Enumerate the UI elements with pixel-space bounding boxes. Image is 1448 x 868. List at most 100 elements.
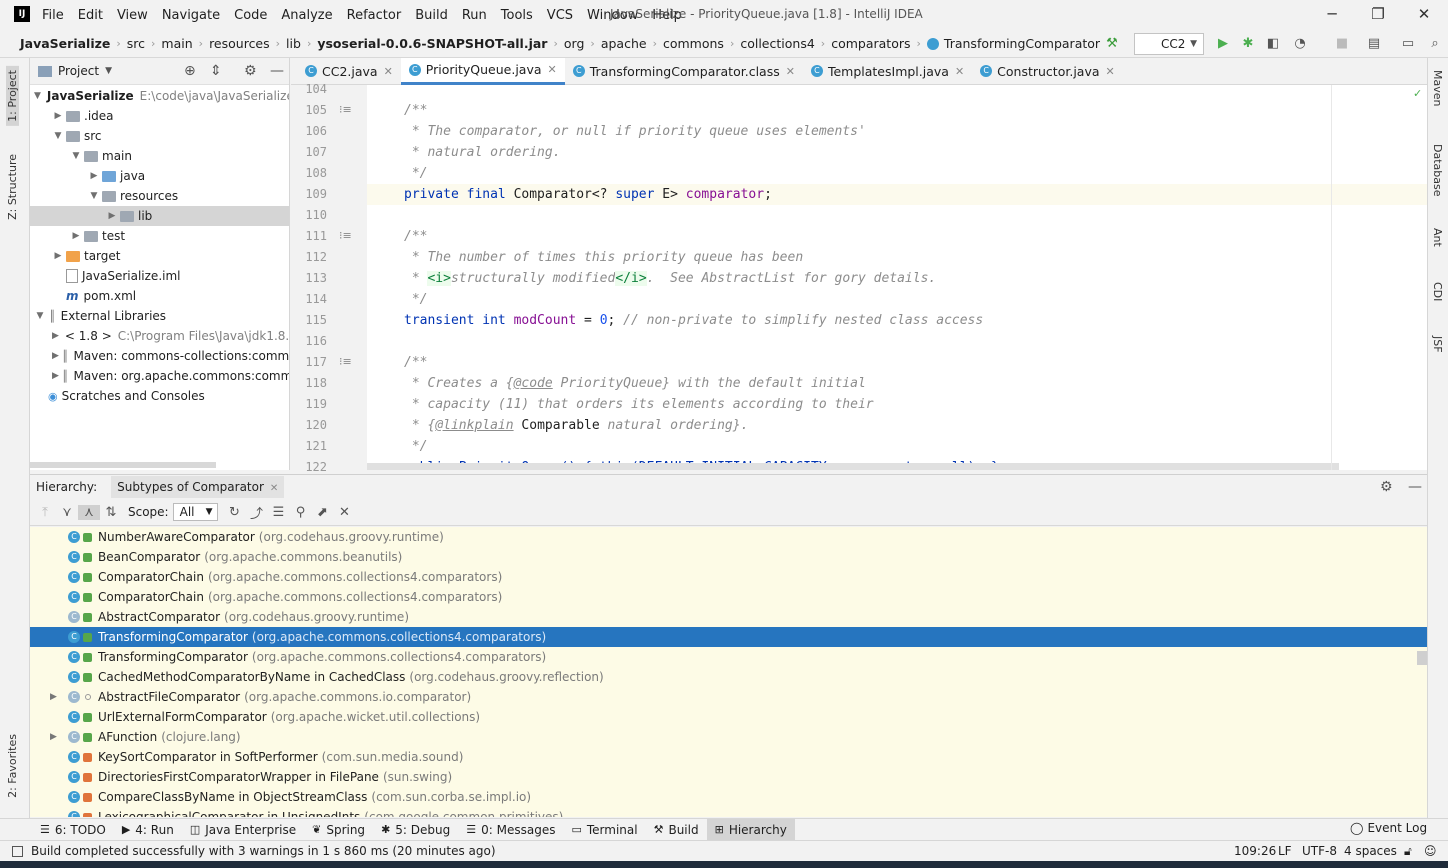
sort-alpha-icon[interactable]: ⇅ bbox=[100, 505, 122, 520]
gear-icon[interactable]: ⚙ bbox=[244, 63, 257, 79]
expand-all-icon[interactable]: ☰ bbox=[268, 505, 290, 520]
horizontal-scrollbar[interactable] bbox=[30, 462, 216, 468]
caret-position[interactable]: 109:26 bbox=[1234, 844, 1276, 858]
tree-item[interactable]: ◉ Scratches and Consoles bbox=[30, 386, 289, 406]
tree-item[interactable]: JavaSerialize.iml bbox=[30, 266, 289, 286]
minimize-button[interactable]: ─ bbox=[1322, 5, 1342, 25]
code-line[interactable]: * {@linkplain Comparable natural orderin… bbox=[367, 415, 1427, 436]
breadcrumb-item[interactable]: main bbox=[161, 36, 192, 51]
menu-item-refactor[interactable]: Refactor bbox=[347, 8, 402, 23]
tree-item[interactable]: ▶ ║ Maven: commons-collections:commo bbox=[30, 346, 289, 366]
tree-item[interactable]: ▼ ║ External Libraries bbox=[30, 306, 289, 326]
hierarchy-item[interactable]: C TransformingComparator (org.apache.commo… bbox=[30, 647, 1427, 667]
chevron-down-icon[interactable]: ▼ bbox=[34, 91, 41, 101]
menu-item-edit[interactable]: Edit bbox=[78, 8, 103, 23]
coverage-icon[interactable]: ◧ bbox=[1265, 36, 1281, 52]
close-icon[interactable]: ✕ bbox=[334, 505, 356, 520]
collapse-all-icon[interactable]: ⇕ bbox=[210, 63, 222, 79]
export-icon[interactable]: ⤴ bbox=[246, 503, 268, 522]
tool-tab-run[interactable]: ▶ 4: Run bbox=[114, 819, 182, 841]
tool-tab-hierarchy[interactable]: ⊞ Hierarchy bbox=[706, 818, 795, 841]
scope-select[interactable]: All ▼ bbox=[172, 503, 218, 521]
editor-tab[interactable]: C TransformingComparator.class ✕ bbox=[565, 58, 803, 85]
tree-item[interactable]: ▶ test bbox=[30, 226, 289, 246]
tool-tab-debug[interactable]: ✱ 5: Debug bbox=[373, 819, 458, 841]
hierarchy-item[interactable]: C ComparatorChain (org.apache.commons.coll… bbox=[30, 587, 1427, 607]
code-line[interactable]: * natural ordering. bbox=[367, 142, 1427, 163]
build-hammer-icon[interactable]: ⚒ bbox=[1104, 36, 1120, 52]
tree-item[interactable]: ▶ < 1.8 > C:\Program Files\Java\jdk1.8.0_ bbox=[30, 326, 289, 346]
type-hierarchy-icon[interactable]: ⋎ bbox=[56, 505, 78, 520]
menu-item-run[interactable]: Run bbox=[462, 8, 487, 23]
hierarchy-item[interactable]: ▶ C AbstractFileComparator (org.apache.comm… bbox=[30, 687, 1427, 707]
database-tool-tab[interactable]: Database bbox=[1431, 144, 1444, 197]
code-line[interactable]: /** bbox=[367, 226, 1427, 247]
chevron-right-icon[interactable]: ▶ bbox=[52, 251, 64, 261]
chevron-down-icon[interactable]: ▼ bbox=[34, 311, 46, 321]
override-marker-icon[interactable]: ⁝≡ bbox=[339, 103, 352, 116]
breadcrumb-item[interactable]: resources bbox=[209, 36, 270, 51]
cdi-tool-tab[interactable]: CDI bbox=[1431, 282, 1444, 301]
close-icon[interactable]: ✕ bbox=[1106, 65, 1115, 78]
chevron-right-icon[interactable]: ▶ bbox=[52, 331, 59, 341]
breadcrumb-item[interactable]: JavaSerialize bbox=[20, 36, 110, 51]
code-line[interactable]: * The comparator, or null if priority qu… bbox=[367, 121, 1427, 142]
chevron-down-icon[interactable]: ▼ bbox=[70, 151, 82, 161]
close-icon[interactable]: ✕ bbox=[548, 63, 557, 76]
run-icon[interactable]: ▶ bbox=[1215, 36, 1231, 52]
tool-tab-todo[interactable]: ☰ 6: TODO bbox=[32, 819, 114, 841]
hide-icon[interactable]: — bbox=[1408, 479, 1422, 495]
profile-icon[interactable]: ◔ bbox=[1292, 36, 1308, 52]
breadcrumb-item[interactable]: ysoserial-0.0.6-SNAPSHOT-all.jar bbox=[317, 36, 547, 51]
breadcrumb-item[interactable]: comparators bbox=[831, 36, 910, 51]
project-panel-title[interactable]: Project bbox=[58, 64, 99, 78]
code-line[interactable]: * <i>structurally modified</i>. See Abst… bbox=[367, 268, 1427, 289]
horizontal-scrollbar[interactable] bbox=[367, 463, 1339, 470]
code-line[interactable]: /** bbox=[367, 100, 1427, 121]
code-line[interactable]: private final Comparator<? super E> comp… bbox=[367, 184, 1427, 205]
hierarchy-item[interactable]: C ComparatorChain (org.apache.commons.coll… bbox=[30, 567, 1427, 587]
code-line[interactable]: transient int modCount = 0; // non-priva… bbox=[367, 310, 1427, 331]
breadcrumb-item[interactable]: src bbox=[127, 36, 145, 51]
hierarchy-item[interactable]: ▶ C AFunction (clojure.lang) bbox=[30, 727, 1427, 747]
tree-item[interactable]: ▶ target bbox=[30, 246, 289, 266]
gear-icon[interactable]: ⚙ bbox=[1380, 479, 1393, 495]
chevron-right-icon[interactable]: ▶ bbox=[70, 231, 82, 241]
favorites-tool-tab[interactable]: 2: Favorites bbox=[6, 734, 19, 798]
override-marker-icon[interactable]: ⁝≡ bbox=[339, 229, 352, 242]
project-tool-tab[interactable]: 1: Project bbox=[6, 66, 19, 126]
tool-tab-spring[interactable]: ❦ Spring bbox=[304, 819, 373, 841]
breadcrumb-item[interactable]: apache bbox=[601, 36, 647, 51]
chevron-right-icon[interactable]: ▶ bbox=[52, 351, 59, 361]
tree-item[interactable]: ▶ .idea bbox=[30, 106, 289, 126]
code-line[interactable]: */ bbox=[367, 163, 1427, 184]
hierarchy-item[interactable]: C TransformingComparator (org.apache.commo… bbox=[30, 627, 1427, 647]
code-line[interactable]: */ bbox=[367, 289, 1427, 310]
chevron-down-icon[interactable]: ▼ bbox=[52, 131, 64, 141]
code-line[interactable] bbox=[367, 85, 1427, 100]
line-separator[interactable]: LF bbox=[1278, 844, 1292, 858]
event-log-button[interactable]: ◯ Event Log bbox=[1350, 821, 1427, 835]
code-line[interactable]: * The number of times this priority queu… bbox=[367, 247, 1427, 268]
close-icon[interactable]: ✕ bbox=[955, 65, 964, 78]
hierarchy-item[interactable]: C CompareClassByName in ObjectStreamClass… bbox=[30, 787, 1427, 807]
close-icon[interactable]: ✕ bbox=[786, 65, 795, 78]
subtypes-icon[interactable]: ⋏ bbox=[78, 504, 100, 520]
chevron-right-icon[interactable]: ▶ bbox=[88, 171, 100, 181]
menu-item-view[interactable]: View bbox=[117, 8, 148, 23]
status-message[interactable]: Build completed successfully with 3 warn… bbox=[31, 844, 496, 858]
supertypes-icon[interactable]: ⤒ bbox=[34, 505, 56, 520]
code-line[interactable]: */ bbox=[367, 436, 1427, 457]
tree-item[interactable]: ▶ ║ Maven: org.apache.commons:commo bbox=[30, 366, 289, 386]
chevron-down-icon[interactable]: ▼ bbox=[88, 191, 100, 201]
lock-icon[interactable]: 🔓︎ bbox=[1404, 844, 1412, 859]
project-structure-icon[interactable]: ▤ bbox=[1366, 36, 1382, 52]
breadcrumb-item[interactable]: org bbox=[564, 36, 585, 51]
restore-button[interactable]: ❐ bbox=[1368, 5, 1388, 25]
stop-icon[interactable]: ■ bbox=[1334, 36, 1350, 52]
menu-item-navigate[interactable]: Navigate bbox=[162, 8, 220, 23]
debug-icon[interactable]: ✱ bbox=[1240, 36, 1256, 52]
close-icon[interactable]: ✕ bbox=[384, 65, 393, 78]
vertical-scrollbar[interactable] bbox=[1417, 651, 1427, 665]
tree-item[interactable]: ▼ JavaSerialize E:\code\java\JavaSerialize bbox=[30, 86, 289, 106]
